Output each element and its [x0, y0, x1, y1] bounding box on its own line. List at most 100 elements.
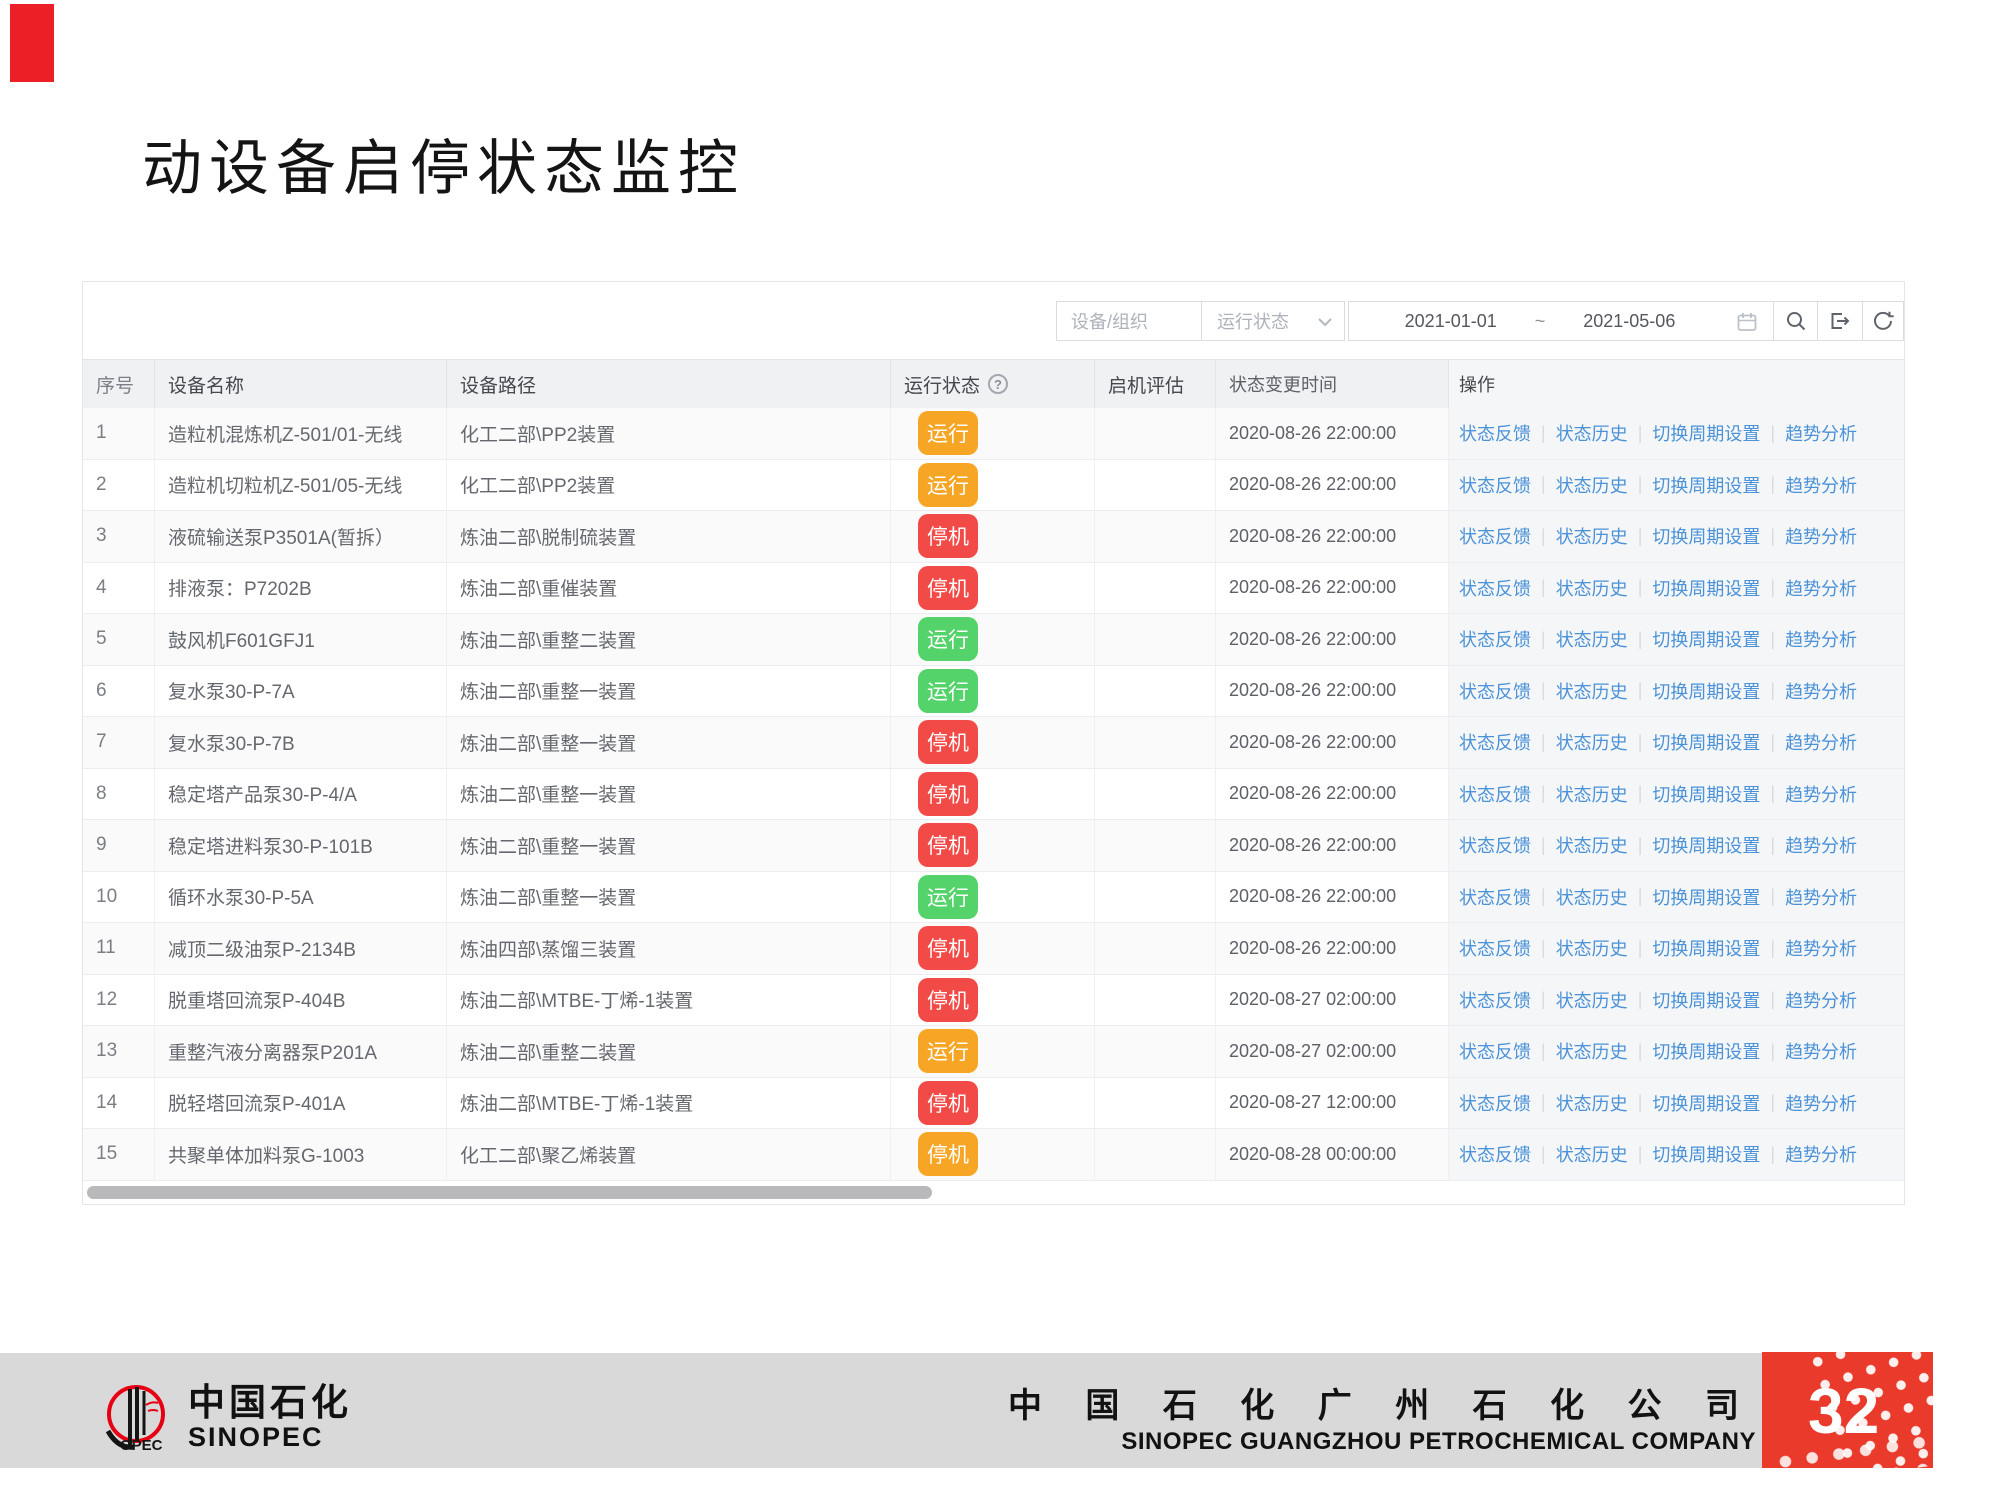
switch-cycle-settings-link[interactable]: 切换周期设置 — [1652, 1141, 1760, 1167]
trend-analysis-link[interactable]: 趋势分析 — [1785, 832, 1857, 858]
status-change-time-cell: 2020-08-26 22:00:00 — [1216, 666, 1449, 717]
switch-cycle-settings-link[interactable]: 切换周期设置 — [1652, 1038, 1760, 1064]
export-icon — [1829, 310, 1851, 332]
status-feedback-link[interactable]: 状态反馈 — [1459, 935, 1531, 961]
switch-cycle-settings-link[interactable]: 切换周期设置 — [1652, 678, 1760, 704]
refresh-button[interactable] — [1862, 301, 1904, 341]
switch-cycle-settings-link[interactable]: 切换周期设置 — [1652, 987, 1760, 1013]
status-feedback-link[interactable]: 状态反馈 — [1459, 626, 1531, 652]
status-feedback-link[interactable]: 状态反馈 — [1459, 575, 1531, 601]
status-feedback-link[interactable]: 状态反馈 — [1459, 884, 1531, 910]
trend-analysis-link[interactable]: 趋势分析 — [1785, 678, 1857, 704]
status-history-link[interactable]: 状态历史 — [1556, 575, 1628, 601]
serial-cell-text: 10 — [96, 886, 117, 908]
status-history-link[interactable]: 状态历史 — [1556, 678, 1628, 704]
status-feedback-link[interactable]: 状态反馈 — [1459, 729, 1531, 755]
help-icon[interactable]: ? — [988, 374, 1008, 394]
trend-analysis-link[interactable]: 趋势分析 — [1785, 935, 1857, 961]
status-history-link[interactable]: 状态历史 — [1556, 781, 1628, 807]
status-feedback-link[interactable]: 状态反馈 — [1459, 1038, 1531, 1064]
trend-analysis-link[interactable]: 趋势分析 — [1785, 523, 1857, 549]
trend-analysis-link[interactable]: 趋势分析 — [1785, 987, 1857, 1013]
device-path-cell-text: 化工二部\PP2装置 — [460, 471, 615, 498]
link-separator: | — [1638, 1041, 1643, 1062]
status-history-link[interactable]: 状态历史 — [1556, 1090, 1628, 1116]
switch-cycle-settings-link[interactable]: 切换周期设置 — [1652, 420, 1760, 446]
run-status-badge: 运行 — [918, 875, 978, 919]
status-feedback-link[interactable]: 状态反馈 — [1459, 987, 1531, 1013]
device-path-cell: 炼油二部\MTBE-丁烯-1装置 — [447, 1078, 891, 1129]
status-feedback-link[interactable]: 状态反馈 — [1459, 472, 1531, 498]
trend-analysis-link[interactable]: 趋势分析 — [1785, 729, 1857, 755]
status-history-link[interactable]: 状态历史 — [1556, 420, 1628, 446]
status-feedback-link[interactable]: 状态反馈 — [1459, 781, 1531, 807]
status-feedback-link[interactable]: 状态反馈 — [1459, 523, 1531, 549]
trend-analysis-link[interactable]: 趋势分析 — [1785, 884, 1857, 910]
status-history-link[interactable]: 状态历史 — [1556, 626, 1628, 652]
status-feedback-link[interactable]: 状态反馈 — [1459, 1090, 1531, 1116]
trend-analysis-link[interactable]: 趋势分析 — [1785, 1141, 1857, 1167]
trend-analysis-link[interactable]: 趋势分析 — [1785, 626, 1857, 652]
run-status-badge: 停机 — [918, 823, 978, 867]
horizontal-scrollbar[interactable] — [83, 1180, 1904, 1204]
trend-analysis-link[interactable]: 趋势分析 — [1785, 781, 1857, 807]
status-feedback-link[interactable]: 状态反馈 — [1459, 420, 1531, 446]
status-history-link[interactable]: 状态历史 — [1556, 832, 1628, 858]
run-status-select-label: 运行状态 — [1217, 308, 1289, 334]
export-button[interactable] — [1817, 301, 1863, 341]
device-path-cell-text: 炼油二部\重整一装置 — [460, 883, 636, 910]
trend-analysis-link[interactable]: 趋势分析 — [1785, 1038, 1857, 1064]
device-name-cell-text: 循环水泵30-P-5A — [168, 883, 314, 910]
status-feedback-link[interactable]: 状态反馈 — [1459, 1141, 1531, 1167]
switch-cycle-settings-link[interactable]: 切换周期设置 — [1652, 523, 1760, 549]
date-range-picker[interactable]: 2021-01-01 ~ 2021-05-06 — [1348, 301, 1774, 341]
device-name-cell-text: 重整汽液分离器泵P201A — [168, 1038, 377, 1065]
link-separator: | — [1770, 886, 1775, 907]
device-name-cell: 鼓风机F601GFJ1 — [155, 614, 447, 665]
status-history-link[interactable]: 状态历史 — [1556, 1038, 1628, 1064]
status-history-link[interactable]: 状态历史 — [1556, 472, 1628, 498]
serial-cell: 13 — [83, 1026, 155, 1077]
date-start-value[interactable]: 2021-01-01 — [1405, 311, 1497, 332]
run-status-select[interactable]: 运行状态 — [1201, 301, 1345, 341]
switch-cycle-settings-link[interactable]: 切换周期设置 — [1652, 472, 1760, 498]
actions-cell: 状态反馈|状态历史|切换周期设置|趋势分析 — [1449, 563, 1904, 614]
switch-cycle-settings-link[interactable]: 切换周期设置 — [1652, 626, 1760, 652]
status-feedback-link[interactable]: 状态反馈 — [1459, 678, 1531, 704]
switch-cycle-settings-link[interactable]: 切换周期设置 — [1652, 935, 1760, 961]
link-separator: | — [1770, 474, 1775, 495]
status-history-link[interactable]: 状态历史 — [1556, 729, 1628, 755]
startup-eval-cell — [1095, 408, 1216, 459]
status-history-link[interactable]: 状态历史 — [1556, 523, 1628, 549]
status-feedback-link[interactable]: 状态反馈 — [1459, 832, 1531, 858]
trend-analysis-link[interactable]: 趋势分析 — [1785, 575, 1857, 601]
scrollbar-thumb[interactable] — [87, 1186, 932, 1199]
trend-analysis-link[interactable]: 趋势分析 — [1785, 472, 1857, 498]
status-history-link[interactable]: 状态历史 — [1556, 1141, 1628, 1167]
status-history-link[interactable]: 状态历史 — [1556, 935, 1628, 961]
status-history-link[interactable]: 状态历史 — [1556, 884, 1628, 910]
device-org-input[interactable]: 设备/组织 — [1056, 301, 1202, 341]
search-button[interactable] — [1773, 301, 1818, 341]
status-change-time-cell-text: 2020-08-26 22:00:00 — [1229, 835, 1396, 856]
switch-cycle-settings-link[interactable]: 切换周期设置 — [1652, 1090, 1760, 1116]
status-history-link[interactable]: 状态历史 — [1556, 987, 1628, 1013]
switch-cycle-settings-link[interactable]: 切换周期设置 — [1652, 781, 1760, 807]
device-name-cell-text: 共聚单体加料泵G-1003 — [168, 1141, 364, 1168]
switch-cycle-settings-link[interactable]: 切换周期设置 — [1652, 884, 1760, 910]
date-end-value[interactable]: 2021-05-06 — [1583, 311, 1675, 332]
trend-analysis-link[interactable]: 趋势分析 — [1785, 420, 1857, 446]
device-name-cell: 复水泵30-P-7A — [155, 666, 447, 717]
device-name-cell-text: 减顶二级油泵P-2134B — [168, 935, 356, 962]
switch-cycle-settings-link[interactable]: 切换周期设置 — [1652, 832, 1760, 858]
device-name-cell: 脱轻塔回流泵P-401A — [155, 1078, 447, 1129]
switch-cycle-settings-link[interactable]: 切换周期设置 — [1652, 575, 1760, 601]
run-status-cell: 运行 — [891, 666, 1095, 717]
table-row: 4排液泵：P7202B炼油二部\重催装置停机2020-08-26 22:00:0… — [83, 563, 1904, 615]
company-name-cn: 中 国 石 化 广 州 石 化 公 司 — [1008, 1387, 1756, 1425]
startup-eval-cell — [1095, 614, 1216, 665]
switch-cycle-settings-link[interactable]: 切换周期设置 — [1652, 729, 1760, 755]
trend-analysis-link[interactable]: 趋势分析 — [1785, 1090, 1857, 1116]
device-name-cell: 重整汽液分离器泵P201A — [155, 1026, 447, 1077]
link-separator: | — [1638, 423, 1643, 444]
